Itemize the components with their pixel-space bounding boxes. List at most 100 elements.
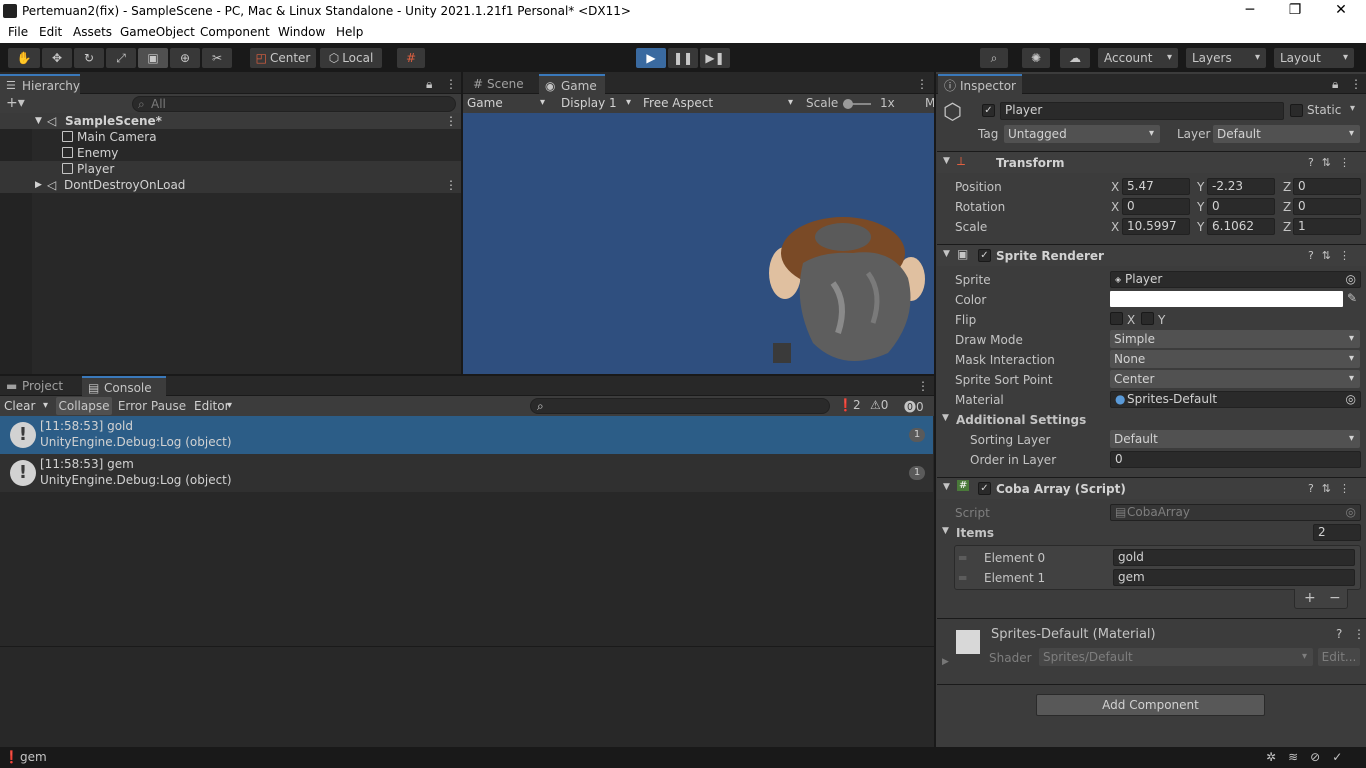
- position-x-field[interactable]: 5.47: [1122, 178, 1190, 195]
- sorting-layer-dropdown[interactable]: Default: [1110, 430, 1360, 448]
- expand-arrow-icon[interactable]: ▶: [942, 657, 949, 667]
- cloud-icon[interactable]: ☁: [1060, 48, 1090, 68]
- pivot-center-button[interactable]: ◰ Center: [250, 48, 316, 68]
- debug-icon[interactable]: ✲: [1266, 750, 1288, 764]
- kebab-menu-icon[interactable]: ⋮: [917, 379, 929, 393]
- rect-tool-icon[interactable]: ▣: [138, 48, 168, 68]
- move-tool-icon[interactable]: ✥: [42, 48, 72, 68]
- collapse-arrow-icon[interactable]: ▼: [943, 249, 950, 259]
- menu-help[interactable]: Help: [336, 25, 363, 39]
- maximize-button[interactable]: ❐: [1280, 2, 1310, 18]
- object-picker-icon[interactable]: ◎: [1346, 392, 1356, 407]
- drag-handle-icon[interactable]: ═: [959, 571, 966, 585]
- tab-scene[interactable]: # Scene: [465, 74, 535, 94]
- coba-array-header[interactable]: ▼ # ✓ Coba Array (Script) ?⇅⋮: [937, 477, 1366, 499]
- collapse-arrow-icon[interactable]: ▼: [943, 156, 950, 166]
- object-name-field[interactable]: Player: [1000, 102, 1284, 120]
- draw-mode-dropdown[interactable]: Simple: [1110, 330, 1360, 348]
- component-actions[interactable]: ?⇅⋮: [1308, 249, 1358, 262]
- pause-button[interactable]: ❚❚: [668, 48, 698, 68]
- gameobject-icon[interactable]: ⬡: [943, 100, 962, 125]
- scale-slider-thumb[interactable]: [843, 99, 853, 109]
- error-pause-toggle[interactable]: Error Pause: [115, 397, 189, 415]
- mask-interaction-dropdown[interactable]: None: [1110, 350, 1360, 368]
- collapse-arrow-icon[interactable]: ▼: [942, 413, 949, 423]
- color-swatch[interactable]: [1110, 291, 1343, 307]
- items-label[interactable]: Items: [956, 526, 994, 540]
- rotation-z-field[interactable]: 0: [1293, 198, 1361, 215]
- collab-icon[interactable]: ✺: [1022, 48, 1050, 68]
- layout-dropdown[interactable]: Layout: [1274, 48, 1354, 68]
- scale-z-field[interactable]: 1: [1293, 218, 1361, 235]
- console-search-input[interactable]: ⌕: [530, 398, 830, 414]
- help-icon[interactable]: ?: [1336, 627, 1342, 641]
- minimize-button[interactable]: ─: [1235, 2, 1265, 18]
- grid-snap-icon[interactable]: #: [397, 48, 425, 68]
- tab-console[interactable]: ▤ Console: [82, 376, 166, 396]
- eyedropper-icon[interactable]: ✎: [1347, 291, 1357, 305]
- status-text[interactable]: gem: [20, 750, 47, 764]
- tag-dropdown[interactable]: Untagged: [1004, 125, 1160, 143]
- pivot-local-button[interactable]: ⬡ Local: [320, 48, 382, 68]
- rotate-tool-icon[interactable]: ↻: [74, 48, 104, 68]
- kebab-menu-icon[interactable]: ⋮: [445, 177, 457, 193]
- expand-arrow-icon[interactable]: ▼: [35, 113, 42, 129]
- add-icon[interactable]: +▾: [6, 95, 25, 111]
- additional-settings-label[interactable]: Additional Settings: [956, 413, 1086, 427]
- console-entry[interactable]: ! [11:58:53] gem UnityEngine.Debug:Log (…: [0, 454, 933, 492]
- position-y-field[interactable]: -2.23: [1207, 178, 1275, 195]
- kebab-menu-icon[interactable]: ⋮: [1353, 627, 1365, 641]
- display-dropdown[interactable]: Display 1: [557, 94, 637, 113]
- sprite-field[interactable]: ◈ Player ◎: [1110, 271, 1361, 288]
- transform-tool-icon[interactable]: ⊕: [170, 48, 200, 68]
- network-icon[interactable]: ⊘: [1310, 750, 1332, 764]
- game-viewport[interactable]: [463, 113, 934, 374]
- flip-y-checkbox[interactable]: [1141, 312, 1154, 325]
- sort-point-dropdown[interactable]: Center: [1110, 370, 1360, 388]
- custom-tool-icon[interactable]: ✂: [202, 48, 232, 68]
- menu-assets[interactable]: Assets: [73, 25, 112, 39]
- collapse-arrow-icon[interactable]: ▶: [35, 177, 42, 193]
- flip-x-checkbox[interactable]: [1110, 312, 1123, 325]
- order-in-layer-field[interactable]: 0: [1110, 451, 1361, 468]
- hierarchy-scene-row[interactable]: ▼ ◁ SampleScene* ⋮: [0, 113, 461, 129]
- enabled-checkbox[interactable]: ✓: [978, 249, 991, 262]
- editor-dropdown[interactable]: Editor: [190, 397, 238, 415]
- hierarchy-dontdestroy-row[interactable]: ▶ ◁ DontDestroyOnLoad ⋮: [0, 177, 461, 193]
- element-0-field[interactable]: gold: [1113, 549, 1355, 566]
- add-element-button[interactable]: +: [1304, 590, 1316, 606]
- items-size-field[interactable]: 2: [1313, 524, 1361, 541]
- log-count[interactable]: ❗2: [838, 398, 861, 412]
- hierarchy-item-enemy[interactable]: Enemy: [0, 145, 461, 161]
- rotation-x-field[interactable]: 0: [1122, 198, 1190, 215]
- error-count[interactable]: ⓿0: [904, 398, 924, 415]
- hierarchy-search-input[interactable]: ⌕ All: [132, 96, 456, 112]
- menu-gameobject[interactable]: GameObject: [120, 25, 195, 39]
- position-z-field[interactable]: 0: [1293, 178, 1361, 195]
- material-field[interactable]: ● Sprites-Default ◎: [1110, 391, 1361, 408]
- scale-y-field[interactable]: 6.1062: [1207, 218, 1275, 235]
- edit-shader-button[interactable]: Edit...: [1318, 648, 1360, 666]
- layers-dropdown[interactable]: Layers: [1186, 48, 1266, 68]
- shader-dropdown[interactable]: Sprites/Default: [1039, 648, 1313, 666]
- component-actions[interactable]: ?⇅⋮: [1308, 482, 1358, 495]
- static-dropdown-icon[interactable]: ▾: [1350, 103, 1355, 114]
- component-actions[interactable]: ?⇅⋮: [1308, 156, 1358, 169]
- static-checkbox[interactable]: [1290, 104, 1303, 117]
- layer-dropdown[interactable]: Default: [1213, 125, 1360, 143]
- hierarchy-item-main-camera[interactable]: Main Camera: [0, 129, 461, 145]
- warning-count[interactable]: ⚠0: [870, 398, 888, 412]
- lock-icon[interactable]: 🔒︎: [1332, 77, 1338, 92]
- object-picker-icon[interactable]: ◎: [1346, 272, 1356, 287]
- kebab-menu-icon[interactable]: ⋮: [445, 113, 457, 129]
- cache-icon[interactable]: ≋: [1288, 750, 1310, 764]
- lock-icon[interactable]: 🔒︎: [426, 77, 432, 92]
- menu-file[interactable]: File: [8, 25, 28, 39]
- tab-project[interactable]: ▬ Project: [0, 376, 76, 396]
- rotation-y-field[interactable]: 0: [1207, 198, 1275, 215]
- step-button[interactable]: ▶❚: [700, 48, 730, 68]
- tab-hierarchy[interactable]: ☰ Hierarchy: [0, 74, 80, 94]
- scale-x-field[interactable]: 10.5997: [1122, 218, 1190, 235]
- clear-button[interactable]: Clear: [0, 397, 54, 415]
- account-dropdown[interactable]: Account: [1098, 48, 1178, 68]
